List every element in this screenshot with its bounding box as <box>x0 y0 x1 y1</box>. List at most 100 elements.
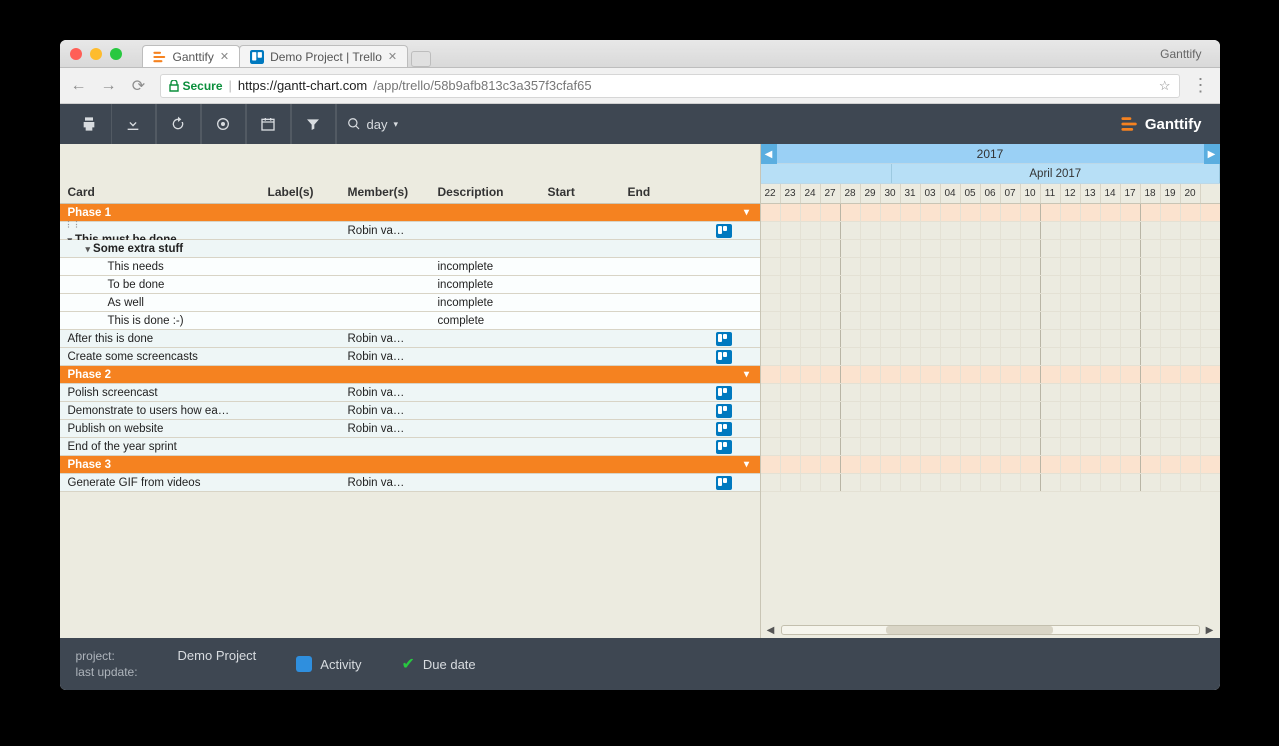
browser-tab-ganttify[interactable]: Ganttify ✕ <box>142 45 241 67</box>
day-cell[interactable]: 13 <box>1081 184 1101 203</box>
day-cell[interactable]: 27 <box>821 184 841 203</box>
close-tab-icon[interactable]: ✕ <box>220 50 229 63</box>
browser-tab-trello[interactable]: Demo Project | Trello ✕ <box>239 45 408 67</box>
phase-collapse-button[interactable]: ▾ <box>738 366 756 384</box>
trello-link-icon[interactable] <box>716 440 732 454</box>
record-button[interactable] <box>202 104 246 144</box>
gantt-row[interactable] <box>761 258 1220 276</box>
calendar-button[interactable] <box>247 104 291 144</box>
gantt-row[interactable] <box>761 330 1220 348</box>
day-cell[interactable]: 10 <box>1021 184 1041 203</box>
day-cell[interactable]: 05 <box>961 184 981 203</box>
close-window-button[interactable] <box>70 48 82 60</box>
day-cell[interactable]: 17 <box>1121 184 1141 203</box>
trello-link-icon[interactable] <box>716 476 732 490</box>
gantt-row[interactable] <box>761 348 1220 366</box>
gantt-row[interactable] <box>761 204 1220 222</box>
trello-link-icon[interactable] <box>716 404 732 418</box>
timeline-next-button[interactable]: ▶ <box>1204 144 1220 164</box>
trello-link-icon[interactable] <box>716 386 732 400</box>
day-cell[interactable]: 04 <box>941 184 961 203</box>
task-row[interactable]: End of the year sprint <box>60 438 760 456</box>
scroll-right-button[interactable]: ▶ <box>1204 625 1216 636</box>
trello-link-icon[interactable] <box>716 350 732 364</box>
day-cell[interactable]: 28 <box>841 184 861 203</box>
day-cell[interactable]: 03 <box>921 184 941 203</box>
scroll-left-button[interactable]: ◀ <box>765 625 777 636</box>
gantt-row[interactable] <box>761 438 1220 456</box>
day-cell[interactable]: 29 <box>861 184 881 203</box>
col-header-start[interactable]: Start <box>540 185 620 199</box>
day-cell[interactable]: 18 <box>1141 184 1161 203</box>
phase-row[interactable]: Phase 3▾ <box>60 456 760 474</box>
day-cell[interactable]: 30 <box>881 184 901 203</box>
new-tab-button[interactable] <box>411 51 431 67</box>
expand-toggle-icon[interactable]: ▾ <box>86 244 94 254</box>
day-cell[interactable]: 11 <box>1041 184 1061 203</box>
col-header-end[interactable]: End <box>620 185 750 199</box>
task-row[interactable]: Demonstrate to users how ea…Robin va… <box>60 402 760 420</box>
task-row[interactable]: ⋮⋮▾This must be doneRobin va… <box>60 222 760 240</box>
phase-collapse-button[interactable]: ▾ <box>738 204 756 222</box>
day-cell[interactable]: 24 <box>801 184 821 203</box>
reload-button[interactable]: ⟳ <box>130 76 148 96</box>
back-button[interactable]: ← <box>70 77 88 95</box>
day-cell[interactable]: 20 <box>1181 184 1201 203</box>
col-header-card[interactable]: Card <box>60 185 260 199</box>
day-cell[interactable]: 14 <box>1101 184 1121 203</box>
gantt-row[interactable] <box>761 312 1220 330</box>
url-field[interactable]: Secure | https://gantt-chart.com/app/tre… <box>160 74 1180 98</box>
download-button[interactable] <box>112 104 156 144</box>
gantt-row[interactable] <box>761 294 1220 312</box>
task-row[interactable]: This is done :-)complete <box>60 312 760 330</box>
browser-menu-icon[interactable]: ⋮ <box>1192 75 1210 96</box>
task-row[interactable]: After this is doneRobin va… <box>60 330 760 348</box>
task-row[interactable]: Publish on websiteRobin va… <box>60 420 760 438</box>
gantt-row[interactable] <box>761 384 1220 402</box>
phase-row[interactable]: Phase 2▾ <box>60 366 760 384</box>
col-header-description[interactable]: Description <box>430 185 540 199</box>
scroll-track[interactable] <box>781 625 1200 635</box>
trello-link-icon[interactable] <box>716 422 732 436</box>
gantt-row[interactable] <box>761 276 1220 294</box>
gantt-row[interactable] <box>761 420 1220 438</box>
drag-handle-icon[interactable]: ⋮⋮ <box>68 216 78 234</box>
filter-button[interactable] <box>292 104 336 144</box>
task-row[interactable]: Generate GIF from videosRobin va… <box>60 474 760 492</box>
task-row[interactable]: This needsincomplete <box>60 258 760 276</box>
timeline-prev-button[interactable]: ◀ <box>761 144 777 164</box>
trello-link-icon[interactable] <box>716 332 732 346</box>
gantt-row[interactable] <box>761 474 1220 492</box>
print-button[interactable] <box>68 104 112 144</box>
task-row[interactable]: To be doneincomplete <box>60 276 760 294</box>
forward-button[interactable]: → <box>100 77 118 95</box>
gantt-row[interactable] <box>761 222 1220 240</box>
refresh-button[interactable] <box>157 104 201 144</box>
bookmark-icon[interactable]: ☆ <box>1159 78 1171 94</box>
day-cell[interactable]: 07 <box>1001 184 1021 203</box>
task-row[interactable]: As wellincomplete <box>60 294 760 312</box>
scroll-thumb[interactable] <box>886 626 1053 634</box>
trello-link-icon[interactable] <box>716 224 732 238</box>
col-header-member[interactable]: Member(s) <box>340 185 430 199</box>
task-row[interactable]: Polish screencastRobin va… <box>60 384 760 402</box>
day-cell[interactable]: 23 <box>781 184 801 203</box>
gantt-row[interactable] <box>761 456 1220 474</box>
minimize-window-button[interactable] <box>90 48 102 60</box>
phase-collapse-button[interactable]: ▾ <box>738 456 756 474</box>
day-cell[interactable]: 19 <box>1161 184 1181 203</box>
close-tab-icon[interactable]: ✕ <box>388 50 397 63</box>
task-row[interactable]: ▾Some extra stuff <box>60 240 760 258</box>
gantt-row[interactable] <box>761 240 1220 258</box>
horizontal-scrollbar: ◀ ▶ <box>761 622 1220 638</box>
task-row[interactable]: Create some screencastsRobin va… <box>60 348 760 366</box>
day-cell[interactable]: 12 <box>1061 184 1081 203</box>
zoom-selector[interactable]: day ▾ <box>337 117 409 132</box>
gantt-row[interactable] <box>761 402 1220 420</box>
col-header-label[interactable]: Label(s) <box>260 185 340 199</box>
day-cell[interactable]: 22 <box>761 184 781 203</box>
day-cell[interactable]: 06 <box>981 184 1001 203</box>
maximize-window-button[interactable] <box>110 48 122 60</box>
gantt-row[interactable] <box>761 366 1220 384</box>
day-cell[interactable]: 31 <box>901 184 921 203</box>
